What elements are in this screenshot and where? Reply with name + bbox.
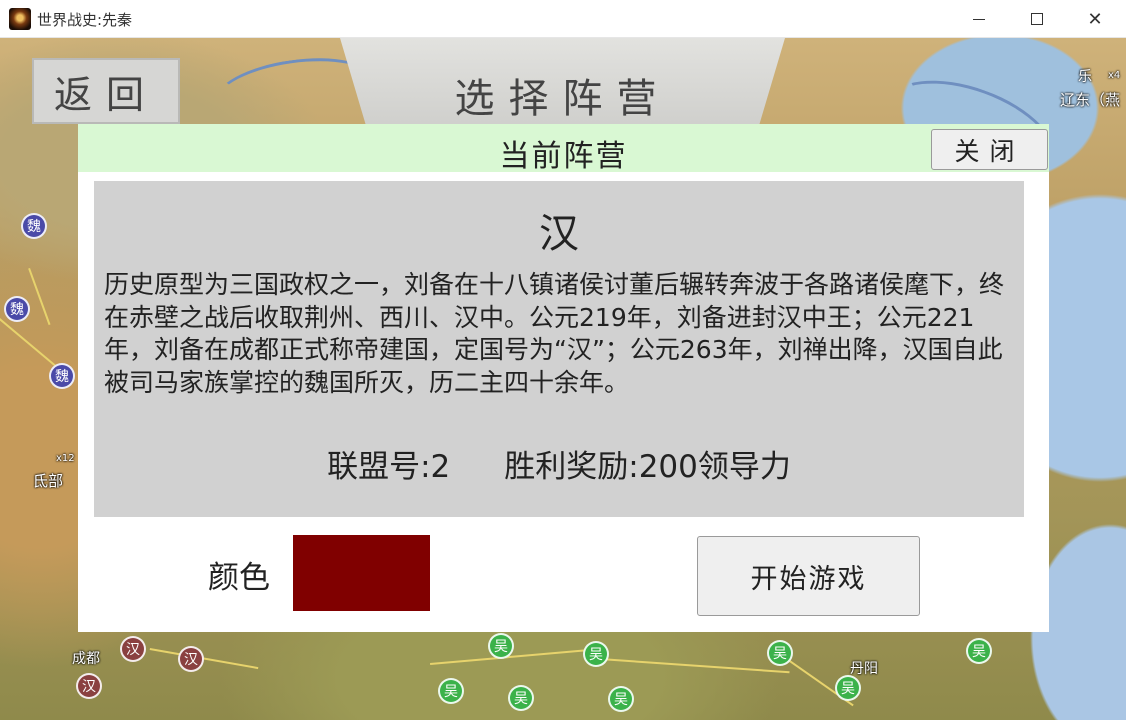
minimize-icon — [973, 18, 985, 20]
faction-info-panel: 汉 历史原型为三国政权之一，刘备在十八镇诸侯讨董后辗转奔波于各路诸侯麾下，终在赤… — [94, 181, 1024, 517]
color-label: 颜色 — [208, 560, 270, 596]
map-label-yue: 乐 — [1078, 69, 1092, 85]
alliance-number: 联盟号:2 — [327, 449, 451, 485]
window-titlebar: 世界战史:先秦 ✕ — [0, 0, 1126, 38]
city-wu-7[interactable]: 吴 — [835, 675, 861, 701]
city-wu-6[interactable]: 吴 — [767, 640, 793, 666]
current-faction-dialog: 当前阵营 关闭 汉 历史原型为三国政权之一，刘备在十八镇诸侯讨董后辗转奔波于各路… — [78, 124, 1049, 632]
city-han-1[interactable]: 汉 — [120, 636, 146, 662]
city-wu-8[interactable]: 吴 — [966, 638, 992, 664]
close-window-button[interactable]: ✕ — [1066, 0, 1124, 38]
city-wei-3[interactable]: 魏 — [49, 363, 75, 389]
faction-name: 汉 — [539, 211, 579, 257]
road — [430, 648, 600, 665]
faction-stats: 联盟号:2 胜利奖励:200领导力 — [94, 441, 1024, 486]
faction-description: 历史原型为三国政权之一，刘备在十八镇诸侯讨董后辗转奔波于各路诸侯麾下，终在赤壁之… — [104, 270, 1005, 397]
faction-color-swatch[interactable] — [293, 535, 430, 611]
minimize-button[interactable] — [950, 0, 1008, 38]
road — [599, 658, 790, 674]
road — [28, 268, 51, 326]
city-wei-1[interactable]: 魏 — [21, 213, 47, 239]
map-label-danyang: 丹阳 — [850, 661, 878, 677]
dialog-title: 当前阵营 — [499, 139, 628, 174]
city-han-2[interactable]: 汉 — [178, 646, 204, 672]
dialog-header: 当前阵营 关闭 — [78, 124, 1049, 174]
close-dialog-button[interactable]: 关闭 — [931, 129, 1048, 170]
select-faction-banner: 选择阵营 — [340, 38, 785, 128]
map-label-chengdu: 成都 — [72, 651, 100, 667]
city-wei-2[interactable]: 魏 — [4, 296, 30, 322]
city-han-3[interactable]: 汉 — [76, 673, 102, 699]
maximize-icon — [1031, 13, 1043, 25]
close-icon: ✕ — [1087, 8, 1103, 30]
banner-title: 选择阵营 — [454, 76, 671, 122]
back-button[interactable]: 返回 — [32, 58, 180, 124]
window-title: 世界战史:先秦 — [37, 11, 133, 29]
city-wu-3[interactable]: 吴 — [438, 678, 464, 704]
victory-reward: 胜利奖励:200领导力 — [504, 449, 791, 485]
map-label-x4: x4 — [1108, 70, 1121, 81]
city-wu-1[interactable]: 吴 — [488, 633, 514, 659]
start-game-button[interactable]: 开始游戏 — [697, 536, 920, 616]
app-icon — [9, 8, 31, 30]
city-wu-4[interactable]: 吴 — [508, 685, 534, 711]
maximize-button[interactable] — [1008, 0, 1066, 38]
city-wu-2[interactable]: 吴 — [583, 641, 609, 667]
map-label-liaodong: 辽东（燕 — [1060, 91, 1121, 109]
map-label-dibu: 氐部 — [33, 472, 64, 490]
map-label-x12: x12 — [56, 453, 75, 464]
city-wu-5[interactable]: 吴 — [608, 686, 634, 712]
